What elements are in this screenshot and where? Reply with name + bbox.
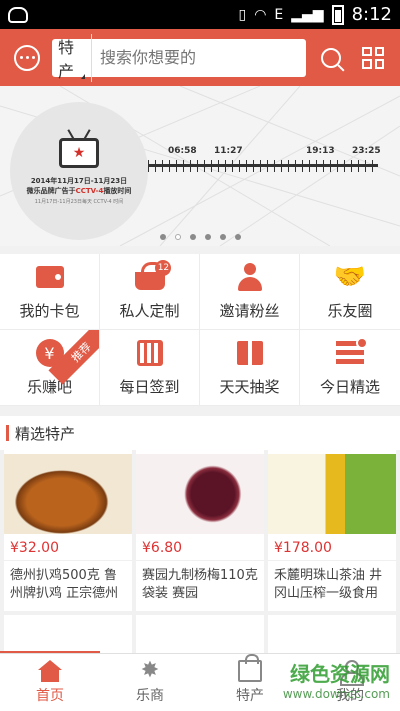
tab-label: 我的 <box>336 688 364 704</box>
search-icon <box>321 47 341 68</box>
carousel-dot[interactable] <box>159 234 166 240</box>
search-bar[interactable]: 特产 <box>52 33 306 82</box>
menu-invite-fans[interactable]: 邀请粉丝 <box>200 254 300 330</box>
qr-code-icon <box>362 46 384 69</box>
carousel-dot[interactable] <box>189 234 196 240</box>
menu-label: 每日签到 <box>119 378 180 396</box>
chat-icon <box>14 44 40 71</box>
tab-label: 乐商 <box>136 688 164 704</box>
menu-label: 天天抽奖 <box>219 378 280 396</box>
product-card[interactable]: ¥32.00 德州扒鸡500克 鲁州牌扒鸡 正宗德州 <box>4 450 132 611</box>
clock: 8:12 <box>351 4 392 25</box>
menu-daily-checkin[interactable]: 每日签到 <box>100 330 200 406</box>
section-accent-bar <box>6 425 9 441</box>
product-price: ¥6.80 <box>136 534 264 561</box>
carousel-indicator <box>0 234 400 240</box>
carousel-dot[interactable] <box>204 234 211 240</box>
search-input[interactable] <box>100 48 300 67</box>
dropdown-icon <box>81 73 85 79</box>
tab-specialty[interactable]: 特产 <box>200 654 300 711</box>
product-name: 德州扒鸡500克 鲁州牌扒鸡 正宗德州 <box>10 568 119 601</box>
notification-badge: 12 <box>155 260 172 276</box>
tv-icon: ★ <box>59 137 99 168</box>
product-image[interactable] <box>136 454 264 534</box>
timeline-axis <box>148 164 378 167</box>
timeline-time-1: 06:58 <box>168 146 197 156</box>
person-icon <box>237 263 263 291</box>
network-type: E <box>274 6 284 23</box>
list-icon <box>336 337 368 365</box>
search-category-label: 特产 <box>58 37 75 81</box>
wallet-icon <box>35 266 64 288</box>
menu-label: 乐友圈 <box>327 302 373 320</box>
menu-today-picks[interactable]: 今日精选 <box>300 330 400 406</box>
battery-icon <box>331 4 344 25</box>
tab-label: 特产 <box>236 688 264 704</box>
menu-friend-circle[interactable]: 🤝 乐友圈 <box>300 254 400 330</box>
star-icon: ✸ <box>140 658 160 683</box>
user-icon <box>338 660 364 686</box>
product-card[interactable]: ¥6.80 赛园九制杨梅110克袋装 赛园 <box>136 450 264 611</box>
menu-my-cards[interactable]: 我的卡包 <box>0 254 100 330</box>
signal-icon: ▂▄▆ <box>291 6 324 23</box>
tab-mine[interactable]: 我的 <box>300 654 400 711</box>
product-card[interactable]: ¥178.00 禾麓明珠山茶油 井冈山压榨一级食用 <box>268 450 396 611</box>
product-row: ¥32.00 德州扒鸡500克 鲁州牌扒鸡 正宗德州 ¥6.80 赛园九制杨梅1… <box>0 450 400 611</box>
calendar-icon <box>136 340 163 366</box>
product-price: ¥32.00 <box>4 534 132 561</box>
tab-home[interactable]: 首页 <box>0 654 100 711</box>
gift-icon <box>236 341 263 365</box>
menu-label: 今日精选 <box>319 378 380 396</box>
message-button[interactable] <box>10 41 44 75</box>
scan-qr-button[interactable] <box>356 41 390 75</box>
menu-label: 邀请粉丝 <box>219 302 280 320</box>
bag-icon <box>238 654 262 682</box>
app-header: 特产 <box>0 29 400 86</box>
tab-merchants[interactable]: ✸ 乐商 <box>100 654 200 711</box>
section-title: 精选特产 <box>15 424 76 443</box>
timeline-time-3: 19:13 <box>306 146 335 156</box>
tab-label: 首页 <box>36 688 64 704</box>
banner-date-range: 2014年11月17日-11月23日 <box>30 176 128 185</box>
menu-earn[interactable]: 推荐 ¥ 乐赚吧 <box>0 330 100 406</box>
home-icon <box>38 660 62 682</box>
promo-banner[interactable]: ★ 2014年11月17日-11月23日 微乐品牌广告于CCTV-4播放时间 1… <box>0 86 400 246</box>
search-category-select[interactable]: 特产 <box>58 33 92 82</box>
wifi-icon: ◠ <box>254 6 267 23</box>
product-name: 赛园九制杨梅110克袋装 赛园 <box>142 568 258 601</box>
product-price: ¥178.00 <box>268 534 396 561</box>
product-image[interactable] <box>4 454 132 534</box>
bottom-tab-bar: 首页 ✸ 乐商 特产 我的 <box>0 653 400 711</box>
section-header: 精选特产 <box>0 416 400 450</box>
timeline-time-4: 23:25 <box>352 146 381 156</box>
carousel-dot[interactable] <box>219 234 226 240</box>
menu-custom-order[interactable]: 12 私人定制 <box>100 254 200 330</box>
search-button[interactable] <box>314 41 348 75</box>
banner-logo-disc: ★ 2014年11月17日-11月23日 微乐品牌广告于CCTV-4播放时间 1… <box>10 102 148 240</box>
handshake-icon: 🤝 <box>333 262 367 292</box>
product-name: 禾麓明珠山茶油 井冈山压榨一级食用 <box>274 568 383 601</box>
menu-label: 私人定制 <box>119 302 180 320</box>
menu-daily-lottery[interactable]: 天天抽奖 <box>200 330 300 406</box>
carousel-dot-active[interactable] <box>174 234 181 240</box>
product-image[interactable] <box>268 454 396 534</box>
vibrate-icon: ▯ <box>238 6 247 23</box>
menu-label: 我的卡包 <box>19 302 80 320</box>
carousel-dot[interactable] <box>234 234 241 240</box>
timeline-time-2: 11:27 <box>214 146 243 156</box>
app-notification-icon <box>8 6 28 23</box>
banner-caption: 微乐品牌广告于CCTV-4播放时间 <box>26 186 132 195</box>
status-bar: ▯ ◠ E ▂▄▆ 8:12 <box>0 0 400 29</box>
feature-menu: 我的卡包 12 私人定制 邀请粉丝 🤝 乐友圈 推荐 ¥ 乐赚吧 每日签到 天天… <box>0 254 400 406</box>
banner-subcaption: 11月17日-11月23日每天 CCTV-4 时间 <box>34 198 124 205</box>
